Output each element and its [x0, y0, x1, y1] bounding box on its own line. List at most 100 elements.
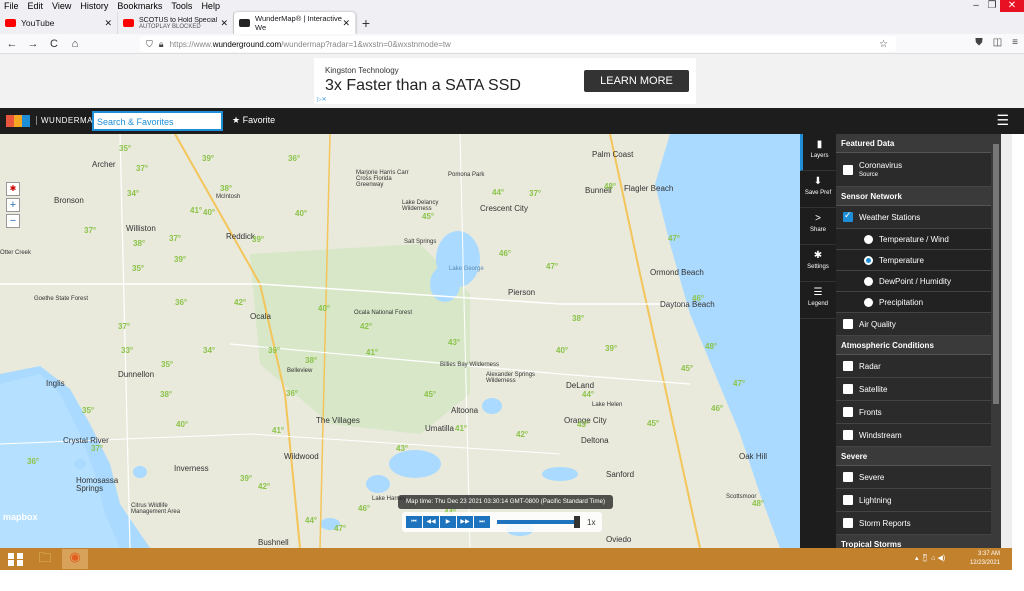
layer-windstream[interactable]: Windstream [836, 424, 991, 447]
temp-marker[interactable]: 36° [288, 154, 300, 163]
temp-marker[interactable]: 47° [334, 524, 346, 533]
page-scrollbar[interactable] [1001, 134, 1012, 548]
temp-marker[interactable]: 42° [234, 298, 246, 307]
layer-lightning[interactable]: Lightning [836, 489, 991, 512]
bookmark-star-icon[interactable]: ☆ [879, 39, 888, 50]
zoom-out-button[interactable]: − [6, 214, 20, 228]
option-precipitation[interactable]: Precipitation [836, 292, 991, 313]
temp-marker[interactable]: 35° [119, 144, 131, 153]
temp-marker[interactable]: 40° [203, 208, 215, 217]
home-button[interactable]: ⌂ [66, 38, 84, 50]
close-window-button[interactable]: ✕ [1000, 0, 1024, 12]
menu-tools[interactable]: Tools [171, 1, 192, 11]
radar-checkbox[interactable] [843, 361, 853, 371]
coronavirus-checkbox[interactable] [843, 164, 853, 175]
source-link[interactable]: Source [859, 172, 902, 178]
temp-marker[interactable]: 37° [529, 189, 541, 198]
layer-air-quality[interactable]: Air Quality [836, 313, 991, 336]
firefox-icon[interactable]: ◉ [62, 549, 88, 569]
panel-scroll-thumb[interactable] [993, 144, 999, 404]
temp-marker[interactable]: 38° [133, 239, 145, 248]
temp-marker[interactable]: 40° [556, 346, 568, 355]
hamburger-menu-icon[interactable]: ☰ [996, 112, 1009, 129]
alert-icon[interactable]: ✱ [6, 182, 20, 196]
windstream-checkbox[interactable] [843, 430, 853, 440]
temp-marker[interactable]: 45° [424, 390, 436, 399]
panel-scrollbar[interactable] [991, 134, 1001, 548]
temp-marker[interactable]: 37° [118, 322, 130, 331]
temp-marker[interactable]: 35° [132, 264, 144, 273]
option-dewpoint[interactable]: DewPoint / Humidity [836, 271, 991, 292]
app-menu-icon[interactable]: ≡ [1012, 37, 1018, 48]
layer-radar[interactable]: Radar [836, 355, 991, 378]
temp-marker[interactable]: 41° [190, 206, 202, 215]
layer-severe[interactable]: Severe [836, 466, 991, 489]
timeline-slider[interactable] [497, 516, 580, 528]
start-button-icon[interactable] [4, 550, 26, 568]
temp-marker[interactable]: 44° [582, 390, 594, 399]
tab-scotus[interactable]: SCOTUS to Hold Special Sessi AUTOPLAY BL… [118, 12, 234, 34]
temp-marker[interactable]: 37° [91, 444, 103, 453]
temp-marker[interactable]: 36° [286, 389, 298, 398]
tab-close-icon[interactable]: ✕ [220, 18, 228, 29]
tab-close-icon[interactable]: ✕ [104, 18, 112, 29]
weather-stations-checkbox[interactable] [843, 210, 853, 222]
file-explorer-icon[interactable]: 🗀︎ [32, 549, 58, 569]
menu-file[interactable]: File [4, 1, 19, 11]
favorite-button[interactable]: ★ Favorite [232, 115, 275, 126]
wu-logo-icon[interactable] [6, 115, 30, 128]
temp-marker[interactable]: 37° [169, 234, 181, 243]
tool-share[interactable]: > Share [800, 208, 836, 245]
storm-reports-checkbox[interactable] [843, 518, 853, 528]
speed-select[interactable]: 1x [587, 518, 595, 527]
temp-marker[interactable]: 41° [366, 348, 378, 357]
lightning-checkbox[interactable] [843, 495, 853, 505]
temp-marker[interactable]: 45° [681, 364, 693, 373]
temp-marker[interactable]: 48° [752, 499, 764, 508]
temp-marker[interactable]: 40° [318, 304, 330, 313]
temp-marker[interactable]: 39° [174, 255, 186, 264]
map-canvas[interactable]: Archer Bronson Williston Reddick Ocala D… [0, 134, 800, 548]
play-button[interactable]: ▶ [440, 516, 456, 528]
temp-marker[interactable]: 41° [272, 426, 284, 435]
temp-marker[interactable]: 38° [305, 356, 317, 365]
timeline-handle[interactable] [574, 516, 580, 528]
temp-marker[interactable]: 39° [240, 474, 252, 483]
tab-youtube[interactable]: YouTube ✕ [0, 12, 118, 34]
temp-marker[interactable]: 45° [647, 419, 659, 428]
option-temperature[interactable]: Temperature [836, 250, 991, 271]
temp-marker[interactable]: 40° [295, 209, 307, 218]
temp-marker[interactable]: 39° [252, 235, 264, 244]
temp-marker[interactable]: 44° [305, 516, 317, 525]
back-button[interactable]: ← [3, 38, 21, 50]
fronts-checkbox[interactable] [843, 407, 853, 417]
tool-settings[interactable]: ✱ Settings [800, 245, 836, 282]
new-tab-button[interactable]: + [356, 12, 376, 34]
temp-marker[interactable]: 37° [136, 164, 148, 173]
skip-start-button[interactable]: ⏮ [406, 516, 422, 528]
tool-legend[interactable]: ☰ Legend [800, 282, 836, 319]
temperature-wind-radio[interactable] [864, 234, 873, 244]
temp-marker[interactable]: 44° [492, 188, 504, 197]
temp-marker[interactable]: 42° [258, 482, 270, 491]
temp-marker[interactable]: 47° [546, 262, 558, 271]
menu-view[interactable]: View [52, 1, 71, 11]
system-clock[interactable]: 3:37 AM 12/23/2021 [970, 550, 1000, 568]
layer-coronavirus[interactable]: Coronavirus Source [836, 153, 991, 187]
adchoices-icon[interactable]: ▷✕ [317, 96, 331, 103]
air-quality-checkbox[interactable] [843, 319, 853, 329]
temp-marker[interactable]: 43° [577, 420, 589, 429]
lock-icon[interactable]: 🔒︎ [159, 39, 164, 50]
temp-marker[interactable]: 47° [668, 234, 680, 243]
temp-marker[interactable]: 45° [422, 212, 434, 221]
temp-marker[interactable]: 46° [711, 404, 723, 413]
temp-marker[interactable]: 39° [202, 154, 214, 163]
layer-storm-reports[interactable]: Storm Reports [836, 512, 991, 535]
layer-fronts[interactable]: Fronts [836, 401, 991, 424]
temp-marker[interactable]: 47° [733, 379, 745, 388]
ad-banner[interactable]: Kingston Technology 3x Faster than a SAT… [314, 58, 696, 104]
tool-save-pref[interactable]: ⬇ Save Pref [800, 171, 836, 208]
temp-marker[interactable]: 38° [220, 184, 232, 193]
shield-icon[interactable]: ⛉ [146, 39, 153, 50]
temp-marker[interactable]: 42° [360, 322, 372, 331]
